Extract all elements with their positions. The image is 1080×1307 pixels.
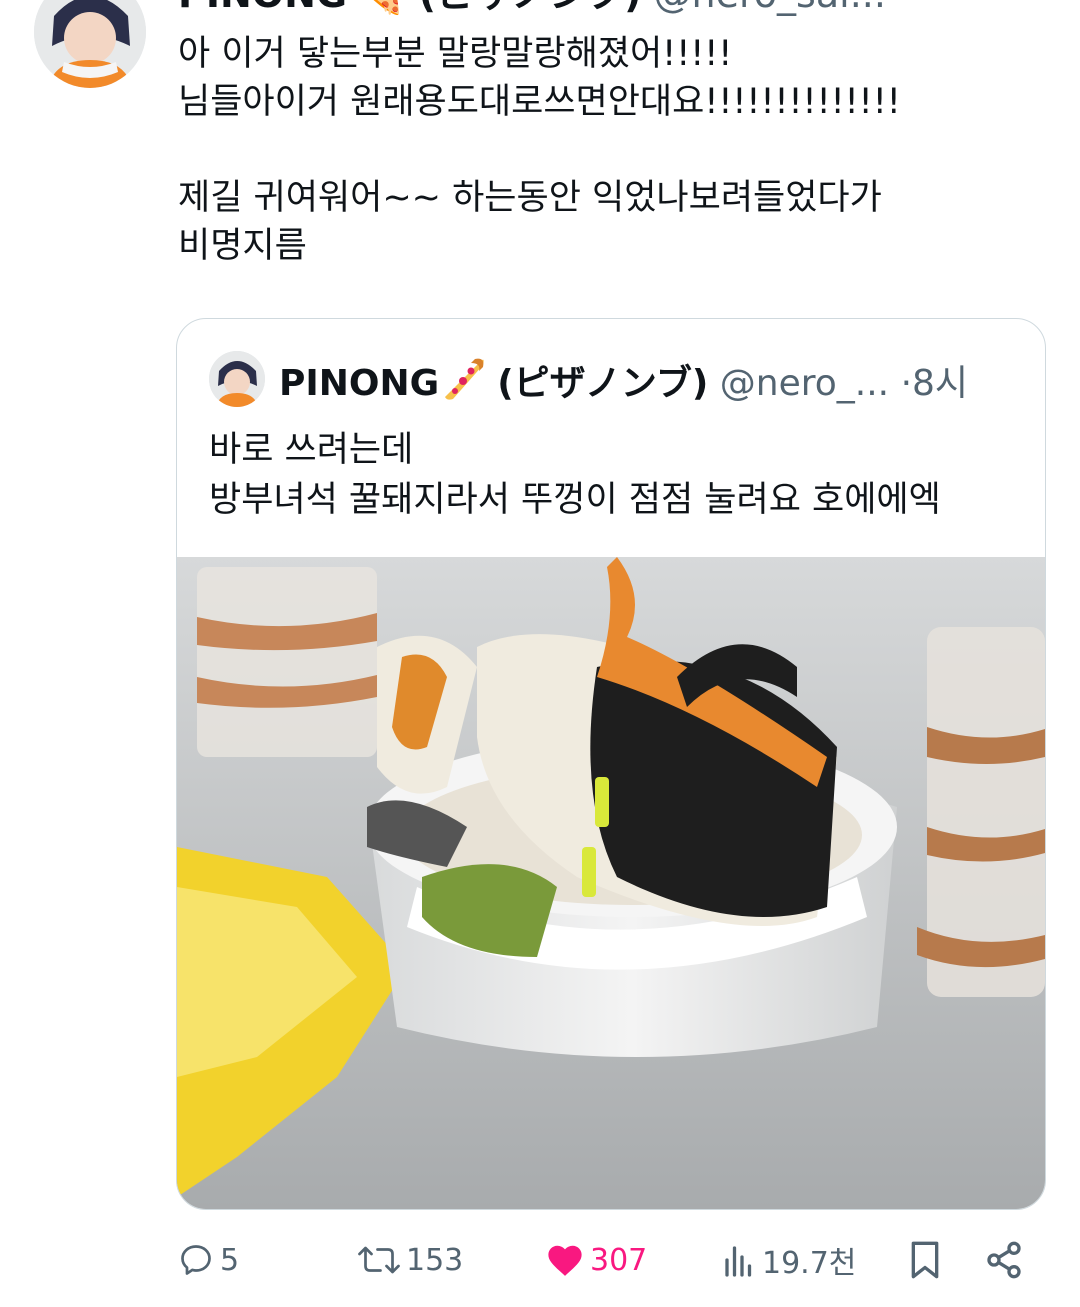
quote-separator: · [900,363,913,404]
author-extra[interactable]: (ピザノンブ) [419,0,642,16]
views-button[interactable]: 19.7천 [722,1232,856,1288]
tweet-header: PINONG 🍕 (ピザノンブ) @nero_sai... 8시 [178,0,886,16]
author-name[interactable]: PINONG [178,0,347,16]
like-count: 307 [590,1242,648,1278]
like-button[interactable]: 307 [546,1232,647,1288]
reply-button[interactable]: 5 [178,1232,239,1288]
author-avatar[interactable] [34,0,146,88]
bookmark-icon [911,1241,939,1279]
quote-author-extra: (ピザノンブ) [497,363,709,404]
photo-icon [177,557,1045,1209]
quote-time: 8시 [912,363,969,404]
quoted-tweet[interactable]: PINONG (ピザノンブ) @nero_... ·8시 바로 쓰려는데 방부녀… [176,318,1046,1210]
retweet-count: 153 [406,1242,464,1278]
quote-author-handle: @nero_... [719,363,890,404]
author-handle[interactable]: @nero_sai... [654,0,886,16]
tweet-actions: 5 153 307 19.7천 [0,1232,1080,1288]
quote-text: 바로 쓰려는데 방부녀석 꿀돼지라서 뚜껑이 점점 눌려요 호에에엑 [209,430,941,520]
quote-author-avatar [209,351,265,407]
quote-header: PINONG (ピザノンブ) @nero_... ·8시 [279,355,968,415]
tweet-text: 아 이거 닿는부분 말랑말랑해졌어!!!!! 님들아이거 원래용도대로쓰면안대요… [178,34,901,266]
retweet-button[interactable]: 153 [358,1232,463,1288]
quote-author-name: PINONG [279,363,440,404]
quote-photo[interactable] [177,557,1045,1209]
share-button[interactable] [984,1232,1024,1288]
bookmark-button[interactable] [908,1232,942,1288]
share-icon [987,1241,1021,1279]
pizza-icon [441,355,487,415]
reply-icon [181,1245,211,1275]
reply-count: 5 [220,1242,240,1278]
views-count: 19.7천 [762,1246,857,1281]
views-icon [725,1246,752,1277]
pizza-icon: 🍕 [359,0,406,16]
heart-icon [548,1245,582,1276]
retweet-icon [358,1246,400,1274]
